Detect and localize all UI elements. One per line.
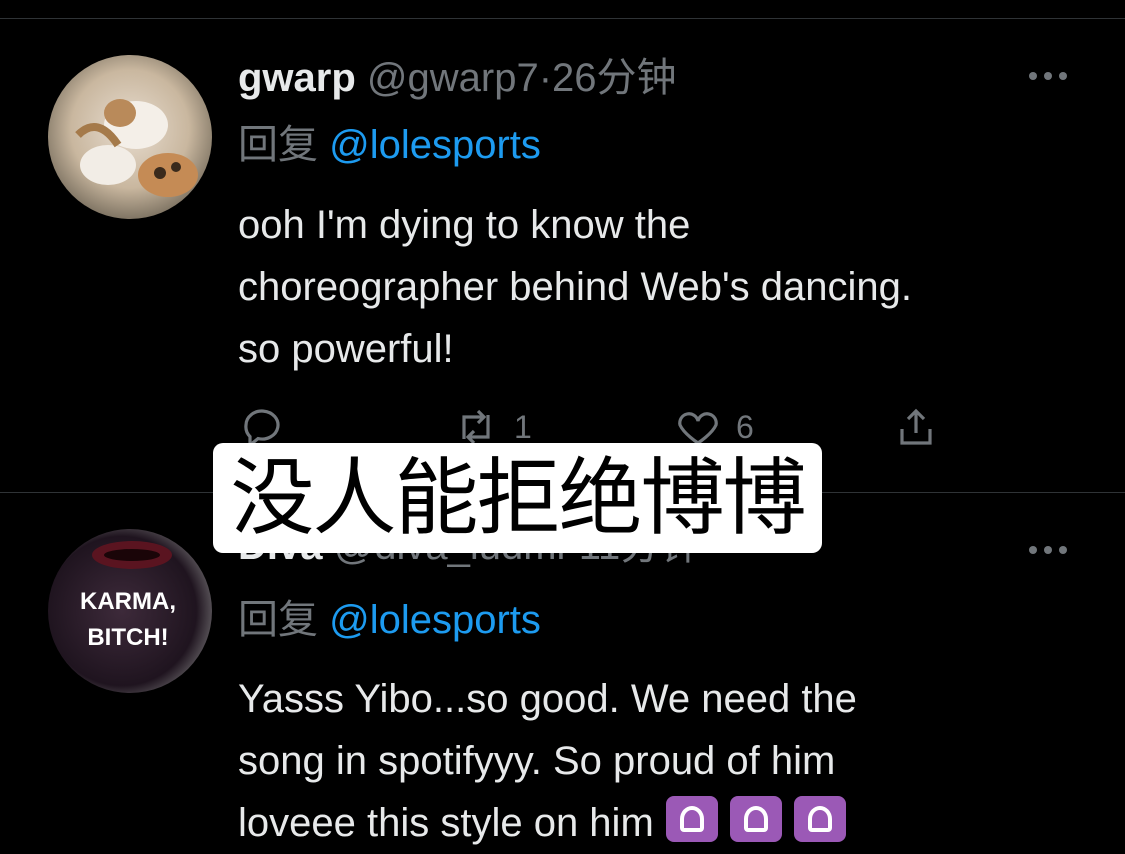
tweet-text: ooh I'm dying to know the choreographer … [238, 194, 1078, 380]
avatar-text: BITCH! [87, 624, 168, 651]
mention-link[interactable]: @lolesports [329, 123, 541, 167]
avatar-dog-icon[interactable] [48, 55, 212, 219]
tweet-text-line: choreographer behind Web's dancing. [238, 265, 913, 309]
tweet-text-line-last: loveee this style on him [238, 792, 1078, 854]
share-button[interactable] [892, 402, 940, 452]
separator-dot: · [538, 56, 553, 100]
mention-link[interactable]: @lolesports [329, 598, 541, 642]
tweet-header: gwarp @gwarp7·26分钟 [238, 54, 677, 102]
tweet-text-line: so powerful! [238, 327, 454, 371]
avatar-karma-icon[interactable]: KARMA, BITCH! [48, 529, 212, 693]
tweet-text-line: loveee this style on him [238, 801, 654, 845]
reply-prefix: 回复 [238, 123, 318, 167]
tweet-text-line: song in spotifyyy. So proud of him [238, 739, 836, 783]
purple-dancing-emoji-icon [729, 796, 782, 842]
display-name[interactable]: gwarp [238, 56, 356, 100]
tweet-text-line: ooh I'm dying to know the [238, 203, 691, 247]
reply-context: 回复 @lolesports [238, 596, 541, 644]
tweet-text: Yasss Yibo...so good. We need the song i… [238, 668, 1078, 854]
like-count: 6 [736, 408, 754, 445]
more-options-icon[interactable] [1029, 66, 1073, 86]
tweet-gwarp[interactable]: gwarp @gwarp7·26分钟 回复 @lolesports ooh I'… [0, 18, 1125, 492]
tweet-text-line: Yasss Yibo...so good. We need the [238, 677, 857, 721]
retweet-count: 1 [514, 408, 532, 445]
timestamp[interactable]: 26分钟 [552, 56, 677, 100]
avatar-text: KARMA, [80, 588, 176, 615]
more-options-icon[interactable] [1029, 540, 1073, 560]
overlay-caption: 没人能拒绝博博 [213, 443, 822, 553]
reply-context: 回复 @lolesports [238, 121, 541, 169]
reply-prefix: 回复 [238, 598, 318, 642]
purple-dancing-emoji-icon [665, 796, 718, 842]
share-icon [900, 408, 932, 445]
user-handle[interactable]: @gwarp7 [367, 56, 539, 100]
purple-dancing-emoji-icon [793, 796, 846, 842]
